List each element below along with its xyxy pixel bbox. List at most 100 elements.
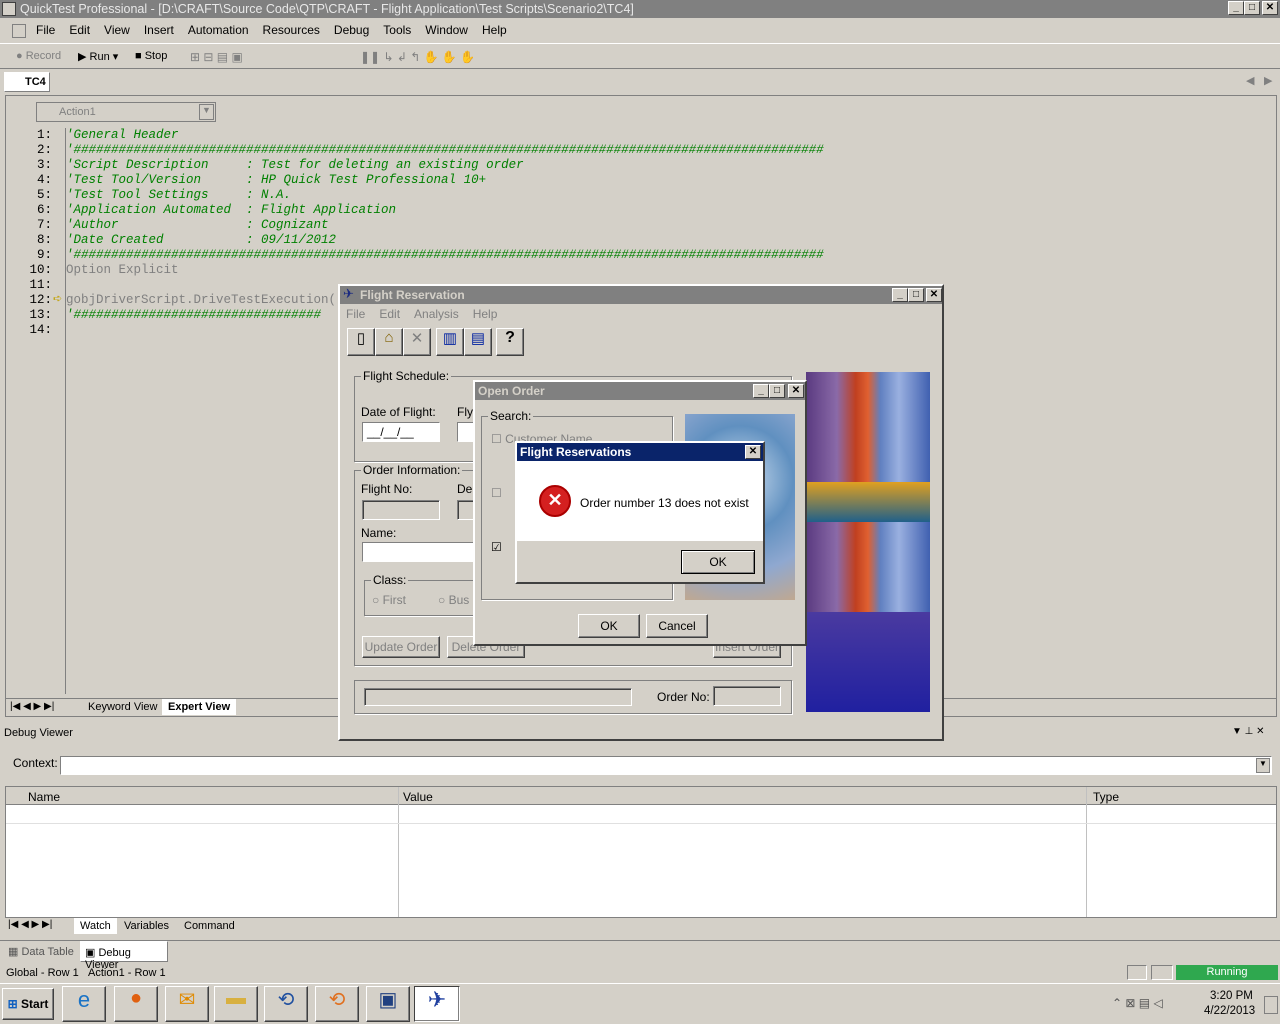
tab-command[interactable]: Command bbox=[178, 918, 241, 934]
tab-watch[interactable]: Watch bbox=[74, 918, 117, 934]
nav-arrows-icon[interactable]: |◀ ◀ ▶ ▶| bbox=[10, 701, 54, 712]
record-button[interactable]: ● Record bbox=[16, 50, 61, 62]
doc-tabstrip: TC4 ◀ ▶ bbox=[0, 70, 1280, 92]
code-line[interactable]: '#######################################… bbox=[66, 248, 824, 263]
class-first-radio[interactable]: ○ First bbox=[372, 593, 406, 607]
taskbar-qtp-icon[interactable]: ▣ bbox=[366, 986, 410, 1022]
stop-button[interactable]: ■ Stop bbox=[135, 50, 167, 62]
open-order-icon[interactable]: ⌂ bbox=[375, 328, 403, 356]
toolbar-icons[interactable]: ⊞ ⊟ ▤ ▣ bbox=[190, 50, 243, 64]
close-button[interactable]: ✕ bbox=[745, 445, 761, 459]
taskbar-flight-icon[interactable]: ✈ bbox=[414, 986, 460, 1022]
minimize-button[interactable]: _ bbox=[892, 288, 908, 302]
tray-icons[interactable]: ⌃ ⊠ ▤ ◁ bbox=[1112, 996, 1163, 1010]
status-pane bbox=[1151, 965, 1173, 980]
debug-toolbar-icons[interactable]: ❚❚ ↳ ↲ ↰ ✋ ✋ ✋ bbox=[360, 50, 475, 64]
run-button[interactable]: ▶ Run ▾ bbox=[78, 50, 118, 63]
class-business-radio[interactable]: ○ Bus bbox=[438, 593, 469, 607]
close-button[interactable]: ✕ bbox=[1262, 1, 1278, 15]
column-name[interactable]: Name bbox=[28, 790, 60, 804]
context-label: Context: bbox=[13, 756, 58, 770]
context-combo[interactable]: ▼ bbox=[60, 756, 1272, 775]
column-type[interactable]: Type bbox=[1093, 790, 1119, 804]
message-titlebar: Flight Reservations ✕ bbox=[517, 443, 763, 461]
open-order-cancel-button[interactable]: Cancel bbox=[646, 614, 708, 638]
chevron-down-icon[interactable]: ▼ bbox=[1256, 758, 1270, 773]
open-order-title: Open Order bbox=[478, 384, 545, 398]
menu-item[interactable]: View bbox=[104, 23, 130, 37]
taskbar: ⊞ Start e ● ✉ ▬ ⟲ ⟲ ▣ ✈ ⌃ ⊠ ▤ ◁ 3:20 PM … bbox=[0, 983, 1280, 1024]
app-menu-icon[interactable] bbox=[12, 24, 26, 38]
taskbar-app2-icon[interactable]: ⟲ bbox=[315, 986, 359, 1022]
line-number: 5: bbox=[36, 188, 52, 202]
menu-item[interactable]: File bbox=[36, 23, 55, 37]
new-order-icon[interactable]: ▯ bbox=[347, 328, 375, 356]
graph-icon[interactable]: ▥ bbox=[436, 328, 464, 356]
flight-menu-item[interactable]: File bbox=[346, 307, 365, 321]
order-no-checkbox[interactable]: ☑ bbox=[491, 540, 502, 554]
minimize-button[interactable]: _ bbox=[753, 384, 769, 398]
code-line[interactable]: 'Date Created : 09/11/2012 bbox=[66, 233, 824, 248]
tab-expert-view[interactable]: Expert View bbox=[162, 699, 237, 715]
help-icon[interactable]: ? bbox=[496, 328, 524, 356]
action-combo[interactable]: Action1 ▼ bbox=[36, 102, 216, 122]
maximize-button[interactable]: □ bbox=[908, 288, 924, 302]
tab-scroll-right-icon[interactable]: ▶ bbox=[1264, 74, 1272, 87]
date-of-flight-input[interactable]: __/__/__ bbox=[362, 422, 440, 442]
minimize-button[interactable]: _ bbox=[1228, 1, 1244, 15]
order-no-field bbox=[713, 686, 781, 706]
flight-menu-item[interactable]: Edit bbox=[379, 307, 400, 321]
maximize-button[interactable]: □ bbox=[1244, 1, 1260, 15]
column-value[interactable]: Value bbox=[403, 790, 433, 804]
tab-tc4[interactable]: TC4 bbox=[4, 72, 50, 92]
flight-date-checkbox[interactable]: ☐ bbox=[491, 486, 502, 500]
update-order-button[interactable]: Update Order bbox=[362, 636, 440, 658]
code-line[interactable]: 'Author : Cognizant bbox=[66, 218, 824, 233]
line-number: 4: bbox=[36, 173, 52, 187]
chevron-down-icon[interactable]: ▼ bbox=[199, 104, 214, 120]
name-input[interactable] bbox=[362, 542, 476, 562]
menu-item[interactable]: Help bbox=[482, 23, 507, 37]
code-line[interactable]: 'General Header bbox=[66, 128, 824, 143]
flight-menu-item[interactable]: Analysis bbox=[414, 307, 459, 321]
delete-order-icon[interactable]: ✕ bbox=[403, 328, 431, 356]
maximize-button[interactable]: □ bbox=[769, 384, 785, 398]
menu-item[interactable]: Automation bbox=[188, 23, 249, 37]
calendar-icon[interactable]: ▤ bbox=[464, 328, 492, 356]
tab-data-table[interactable]: ▦ Data Table bbox=[8, 945, 74, 958]
panel-controls-icon[interactable]: ▼ ⊥ ✕ bbox=[1232, 726, 1265, 737]
code-line[interactable]: 'Application Automated : Flight Applicat… bbox=[66, 203, 824, 218]
start-button[interactable]: ⊞ Start bbox=[2, 988, 54, 1020]
menu-item[interactable]: Tools bbox=[383, 23, 411, 37]
clock-time: 3:20 PM bbox=[1210, 990, 1253, 1002]
watch-table[interactable]: Name Value Type bbox=[5, 786, 1277, 918]
taskbar-outlook-icon[interactable]: ✉ bbox=[165, 986, 209, 1022]
tab-scroll-left-icon[interactable]: ◀ bbox=[1246, 74, 1254, 87]
close-button[interactable]: ✕ bbox=[926, 288, 942, 302]
menu-item[interactable]: Edit bbox=[69, 23, 90, 37]
menu-item[interactable]: Insert bbox=[144, 23, 174, 37]
code-line[interactable]: '#######################################… bbox=[66, 143, 824, 158]
close-button[interactable]: ✕ bbox=[788, 384, 804, 398]
taskbar-ie-icon[interactable]: e bbox=[62, 986, 106, 1022]
progress-bar bbox=[364, 688, 632, 706]
nav-arrows-icon[interactable]: |◀ ◀ ▶ ▶| bbox=[8, 919, 52, 930]
open-order-ok-button[interactable]: OK bbox=[578, 614, 640, 638]
tab-debug-viewer[interactable]: ▣ Debug Viewer bbox=[80, 941, 168, 971]
code-line[interactable]: 'Test Tool Settings : N.A. bbox=[66, 188, 824, 203]
date-of-flight-label: Date of Flight: bbox=[361, 405, 436, 419]
flight-menu-item[interactable]: Help bbox=[473, 307, 498, 321]
code-line[interactable]: Option Explicit bbox=[66, 263, 824, 278]
taskbar-firefox-icon[interactable]: ● bbox=[114, 986, 158, 1022]
message-ok-button[interactable]: OK bbox=[681, 550, 755, 574]
code-line[interactable]: 'Script Description : Test for deleting … bbox=[66, 158, 824, 173]
menu-item[interactable]: Resources bbox=[263, 23, 320, 37]
tab-keyword-view[interactable]: Keyword View bbox=[82, 699, 164, 715]
taskbar-folder-icon[interactable]: ▬ bbox=[214, 986, 258, 1022]
tab-variables[interactable]: Variables bbox=[118, 918, 175, 934]
code-line[interactable]: 'Test Tool/Version : HP Quick Test Profe… bbox=[66, 173, 824, 188]
taskbar-app-icon[interactable]: ⟲ bbox=[264, 986, 308, 1022]
menu-item[interactable]: Window bbox=[425, 23, 468, 37]
menu-item[interactable]: Debug bbox=[334, 23, 369, 37]
show-desktop-button[interactable] bbox=[1264, 996, 1278, 1014]
